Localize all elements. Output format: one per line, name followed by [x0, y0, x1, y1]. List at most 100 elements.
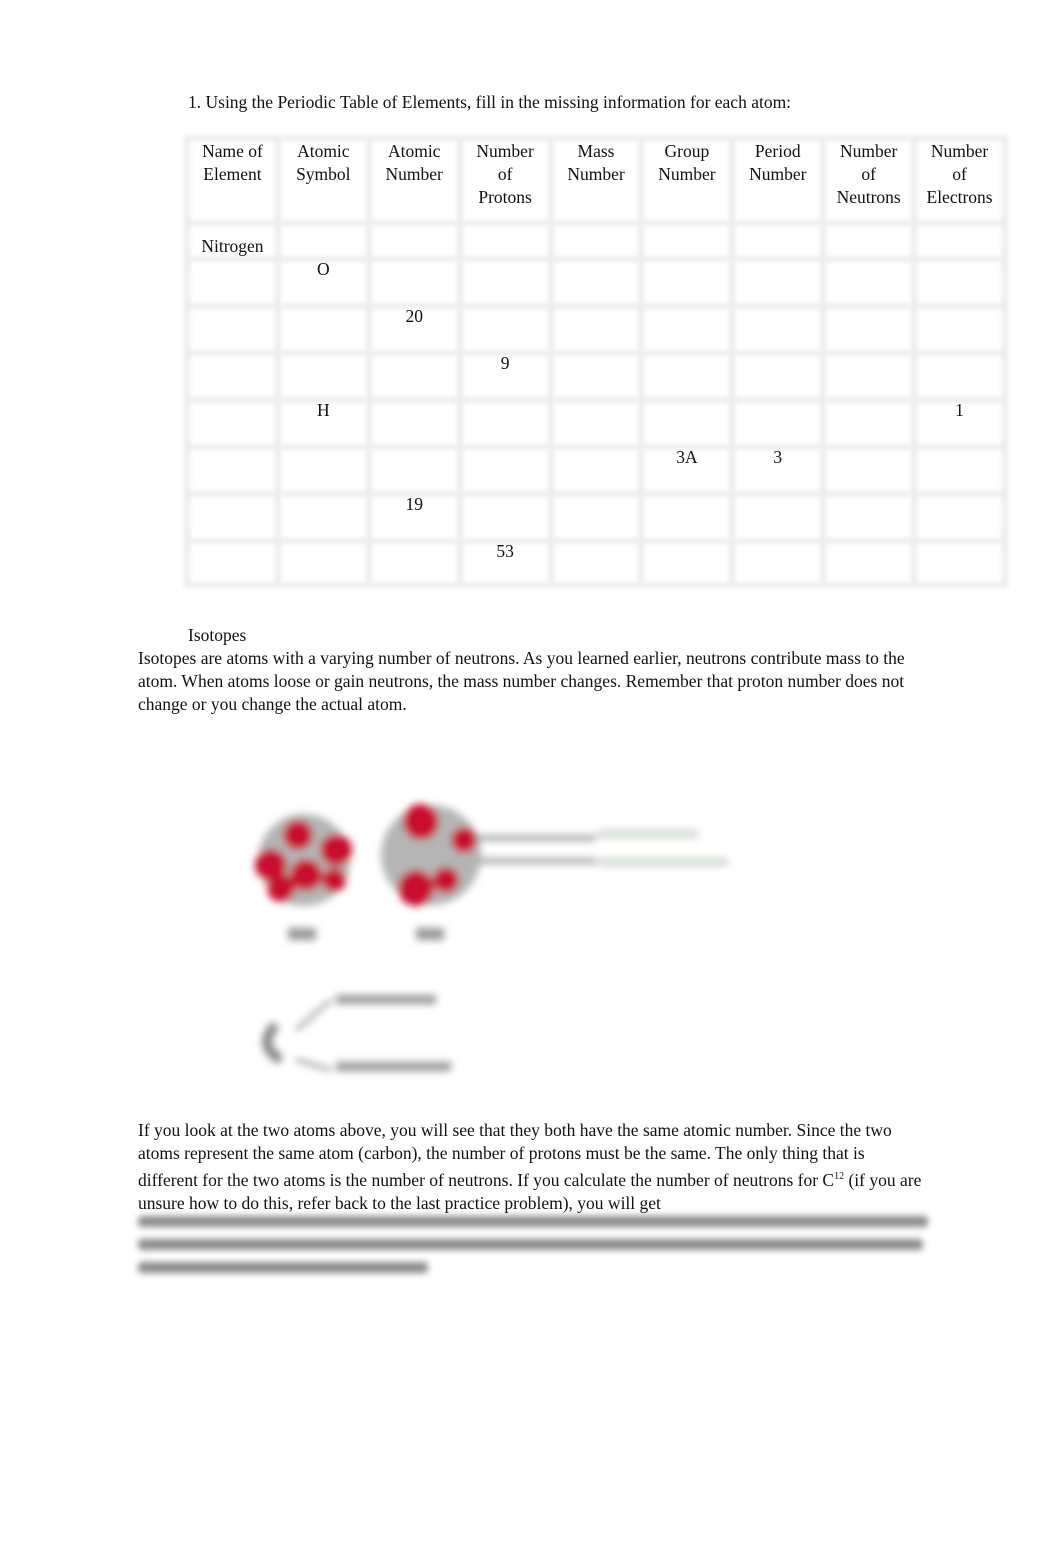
- table-cell: [278, 446, 369, 493]
- table-cell: [641, 258, 732, 305]
- table-cell: [732, 540, 823, 587]
- table-cell: [823, 305, 914, 352]
- header-line: Atomic: [387, 141, 441, 161]
- superscript-mass: 12: [834, 1171, 845, 1182]
- header-line: Number: [930, 141, 989, 161]
- header-line: Protons: [478, 187, 532, 207]
- table-cell: [823, 258, 914, 305]
- table-cell: [187, 493, 278, 540]
- table-cell: [278, 305, 369, 352]
- table-cell: [641, 493, 732, 540]
- table-cell: [187, 258, 278, 305]
- blurred-text-preview: [138, 1212, 933, 1282]
- column-header: Atomic Symbol: [278, 135, 369, 222]
- header-line: Number: [567, 164, 625, 184]
- column-header: Name of Element: [187, 135, 278, 222]
- header-line: Neutrons: [836, 187, 901, 207]
- header-line: Number: [658, 164, 716, 184]
- isotopes-paragraph: Isotopes are atoms with a varying number…: [138, 648, 905, 714]
- table-cell: [551, 305, 642, 352]
- header-line: Name of: [202, 141, 263, 161]
- header-line: of: [952, 164, 967, 184]
- paragraph-text: If you look at the two atoms above, you …: [138, 1120, 892, 1190]
- table-cell: [460, 222, 551, 258]
- column-header: Period Number: [732, 135, 823, 222]
- header-line: Atomic: [297, 141, 350, 161]
- table-cell: [278, 540, 369, 587]
- table-cell: 3A: [676, 447, 698, 467]
- table-cell: [551, 258, 642, 305]
- header-line: of: [861, 164, 876, 184]
- table-cell: [369, 222, 460, 258]
- table-cell: [187, 399, 278, 446]
- table-cell: [823, 352, 914, 399]
- column-header: Number of Electrons: [914, 135, 1005, 222]
- header-line: Element: [203, 164, 262, 184]
- table-cell: [732, 399, 823, 446]
- table-cell: [460, 258, 551, 305]
- table-cell: [460, 493, 551, 540]
- table-cell: [551, 352, 642, 399]
- table-cell: 19: [405, 494, 423, 514]
- table-cell: [551, 222, 642, 258]
- isotope-atoms-illustration: [255, 804, 728, 1072]
- table-cell: [732, 493, 823, 540]
- table-cell: [278, 352, 369, 399]
- table-cell: [914, 493, 1005, 540]
- table-cell: [460, 305, 551, 352]
- table-cell: [187, 540, 278, 587]
- header-line: Group: [664, 141, 710, 161]
- table-cell: [914, 258, 1005, 305]
- table-cell: [732, 352, 823, 399]
- table-cell: [369, 352, 460, 399]
- table-cell: [641, 399, 732, 446]
- column-header: Number of Protons: [460, 135, 551, 222]
- table-cell: [460, 446, 551, 493]
- explanation-paragraph: If you look at the two atoms above, you …: [138, 1119, 928, 1215]
- table-cell: [551, 446, 642, 493]
- table-cell: [369, 399, 460, 446]
- table-cell: H: [317, 400, 330, 420]
- table-cell: [551, 399, 642, 446]
- table-cell: [914, 352, 1005, 399]
- table-cell: [914, 446, 1005, 493]
- header-line: Period: [754, 141, 801, 161]
- table-cell: [369, 258, 460, 305]
- column-header: Atomic Number: [369, 135, 460, 222]
- table-cell: [551, 493, 642, 540]
- table-cell: [369, 446, 460, 493]
- table-cell: [914, 540, 1005, 587]
- header-line: of: [497, 164, 513, 184]
- table-cell: [278, 493, 369, 540]
- header-line: Number: [476, 141, 534, 161]
- table-cell: [187, 305, 278, 352]
- column-header: Number of Neutrons: [823, 135, 914, 222]
- table-cell: [823, 446, 914, 493]
- section-heading: Isotopes: [188, 625, 247, 645]
- table-cell: [187, 352, 278, 399]
- table-cell: [914, 305, 1005, 352]
- table-cell: [732, 258, 823, 305]
- header-line: Symbol: [296, 164, 351, 184]
- table-cell: [369, 540, 460, 587]
- table-cell: 1: [955, 400, 964, 420]
- table-cell: [732, 222, 823, 258]
- question-text: 1. Using the Periodic Table of Elements,…: [188, 92, 792, 112]
- element-table: Name of Element Atomic Symbol Atomic Number Nu…: [184, 135, 1008, 588]
- table-cell: [187, 446, 278, 493]
- column-header: Group Number: [641, 135, 732, 222]
- header-line: Electrons: [926, 187, 993, 207]
- table-cell: [641, 222, 732, 258]
- table-cell: [823, 399, 914, 446]
- header-line: Number: [385, 164, 443, 184]
- header-line: Mass: [577, 141, 615, 161]
- table-cell: [460, 399, 551, 446]
- table-cell: [732, 305, 823, 352]
- header-line: Number: [749, 164, 807, 184]
- table-cell: [551, 540, 642, 587]
- table-cell: 3: [773, 447, 783, 467]
- table-cell: [914, 222, 1005, 258]
- table-cell: [823, 493, 914, 540]
- table-cell: [278, 222, 369, 258]
- table-cell: [823, 540, 914, 587]
